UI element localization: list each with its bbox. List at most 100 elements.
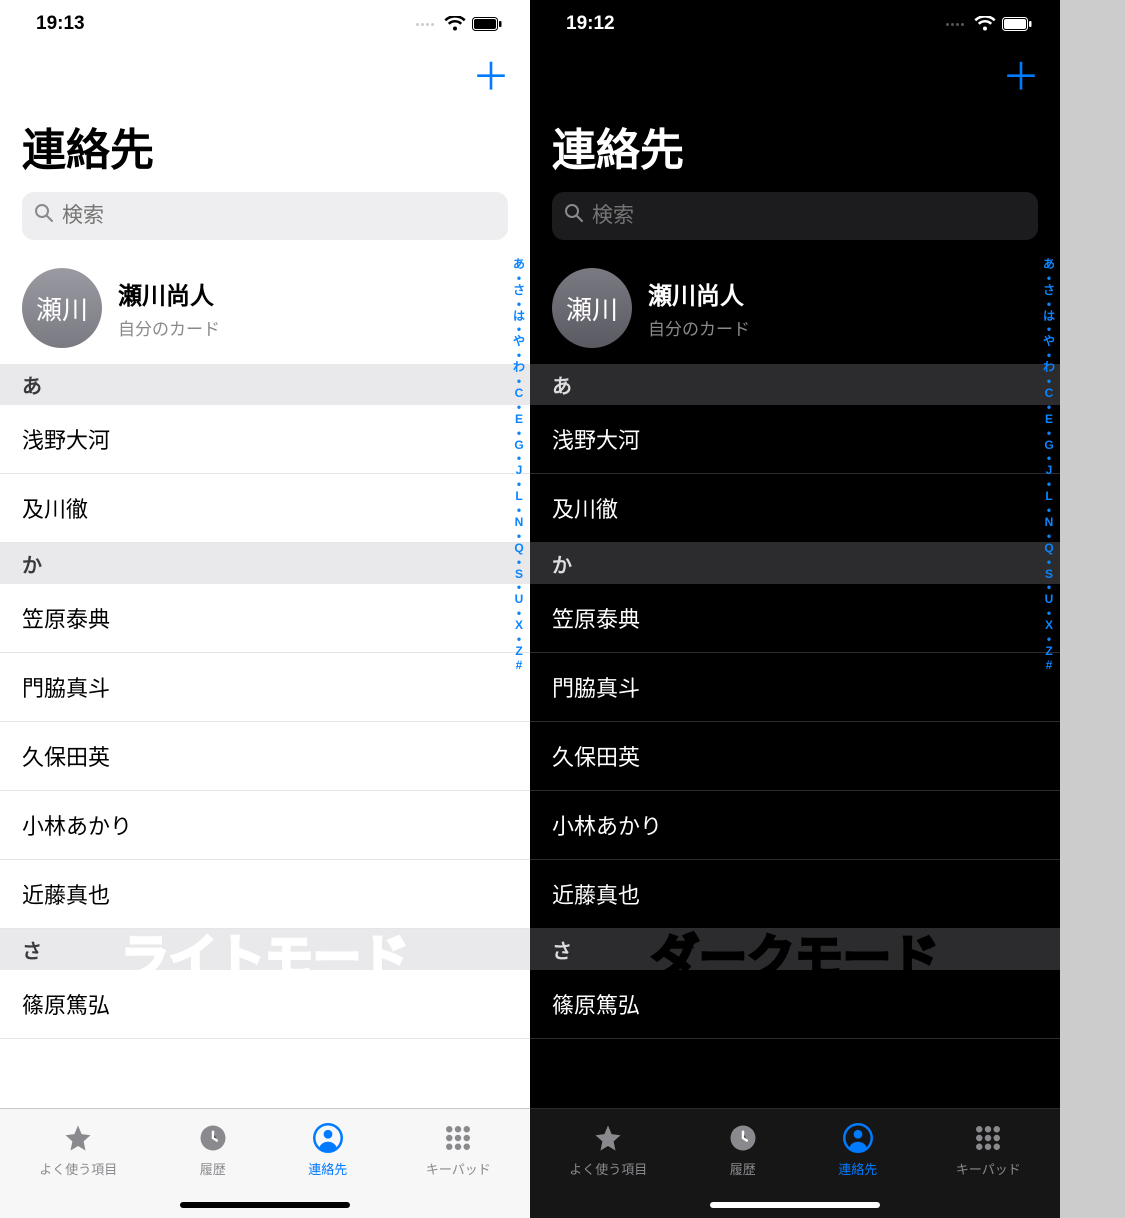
search-input[interactable] <box>62 204 496 228</box>
contact-row[interactable]: 門脇真斗 <box>530 653 1060 722</box>
tab-label: 連絡先 <box>838 1159 877 1178</box>
index-item[interactable]: # <box>1046 659 1053 673</box>
index-item[interactable]: # <box>516 659 523 673</box>
contact-row[interactable]: 門脇真斗 <box>0 653 530 722</box>
battery-icon <box>1002 17 1032 31</box>
index-item[interactable]: あ <box>1043 258 1055 272</box>
page-title: 連絡先 <box>0 108 530 192</box>
index-item[interactable]: • <box>1047 530 1051 542</box>
index-item[interactable]: • <box>517 298 521 310</box>
index-item[interactable]: • <box>517 272 521 284</box>
index-item[interactable]: G <box>514 439 523 453</box>
index-item[interactable]: • <box>517 556 521 568</box>
index-item[interactable]: さ <box>1043 284 1055 298</box>
contact-row[interactable]: 浅野大河 <box>0 405 530 474</box>
index-item[interactable]: • <box>1047 427 1051 439</box>
contact-row[interactable]: 浅野大河 <box>530 405 1060 474</box>
my-card-subtitle: 自分のカード <box>118 315 220 340</box>
add-contact-button[interactable]: ＋ <box>472 59 510 97</box>
tab-recents[interactable]: 履歴 <box>726 1121 760 1178</box>
index-item[interactable]: • <box>517 427 521 439</box>
search-wrap <box>0 192 530 254</box>
index-item[interactable]: • <box>1047 298 1051 310</box>
index-item[interactable]: • <box>1047 272 1051 284</box>
index-item[interactable]: Z <box>515 645 522 659</box>
page-title: 連絡先 <box>530 108 1060 192</box>
index-item[interactable]: E <box>1045 413 1053 427</box>
index-item[interactable]: X <box>1045 619 1053 633</box>
contact-row[interactable]: 久保田英 <box>0 722 530 791</box>
grid-icon <box>971 1121 1005 1155</box>
index-item[interactable]: G <box>1044 439 1053 453</box>
home-indicator[interactable] <box>180 1202 350 1208</box>
index-item[interactable]: • <box>1047 401 1051 413</box>
search-field[interactable] <box>552 192 1038 240</box>
tab-favorites[interactable]: よく使う項目 <box>39 1121 117 1178</box>
index-item[interactable]: Q <box>514 542 523 556</box>
index-item[interactable]: X <box>515 619 523 633</box>
person-icon <box>311 1121 345 1155</box>
index-item[interactable]: S <box>515 568 523 582</box>
section-index[interactable]: あ•さ•は•や•わ•C•E•G•J•L•N•Q•S•U•X•Z# <box>1040 254 1058 673</box>
contact-row[interactable]: 及川徹 <box>530 474 1060 543</box>
index-item[interactable]: N <box>515 516 524 530</box>
index-item[interactable]: や <box>513 335 525 349</box>
index-item[interactable]: L <box>515 490 522 504</box>
person-icon <box>841 1121 875 1155</box>
index-item[interactable]: わ <box>1043 361 1055 375</box>
tab-contacts[interactable]: 連絡先 <box>308 1121 347 1178</box>
tab-label: 連絡先 <box>308 1159 347 1178</box>
mode-label: ダークモード <box>651 918 939 988</box>
tab-label: 履歴 <box>200 1159 226 1178</box>
avatar: 瀬川 <box>22 268 102 348</box>
index-item[interactable]: C <box>1045 387 1054 401</box>
section-index[interactable]: あ•さ•は•や•わ•C•E•G•J•L•N•Q•S•U•X•Z# <box>510 254 528 673</box>
section-header: か <box>0 543 530 584</box>
index-item[interactable]: J <box>1046 464 1053 478</box>
contact-row[interactable]: 及川徹 <box>0 474 530 543</box>
tab-label: キーパッド <box>426 1159 491 1178</box>
wifi-icon <box>974 16 996 32</box>
add-contact-button[interactable]: ＋ <box>1002 59 1040 97</box>
tab-contacts[interactable]: 連絡先 <box>838 1121 877 1178</box>
search-icon <box>564 203 584 229</box>
index-item[interactable]: L <box>1045 490 1052 504</box>
tab-favorites[interactable]: よく使う項目 <box>569 1121 647 1178</box>
index-item[interactable]: C <box>515 387 524 401</box>
my-card-row[interactable]: 瀬川 瀬川尚人 自分のカード <box>0 254 530 364</box>
search-input[interactable] <box>592 204 1026 228</box>
search-field[interactable] <box>22 192 508 240</box>
index-item[interactable]: Q <box>1044 542 1053 556</box>
index-item[interactable]: Z <box>1045 645 1052 659</box>
contact-row[interactable]: 小林あかり <box>530 791 1060 860</box>
index-item[interactable]: • <box>517 530 521 542</box>
contact-row[interactable]: 笠原泰典 <box>530 584 1060 653</box>
index-item[interactable]: わ <box>513 361 525 375</box>
index-item[interactable]: は <box>1043 310 1055 324</box>
tab-keypad[interactable]: キーパッド <box>956 1121 1021 1178</box>
index-item[interactable]: N <box>1045 516 1054 530</box>
tab-label: よく使う項目 <box>39 1159 117 1178</box>
tab-keypad[interactable]: キーパッド <box>426 1121 491 1178</box>
index-item[interactable]: や <box>1043 335 1055 349</box>
status-time: 19:13 <box>36 13 85 35</box>
section-header: あ <box>0 364 530 405</box>
index-item[interactable]: U <box>1045 593 1054 607</box>
contact-row[interactable]: 笠原泰典 <box>0 584 530 653</box>
index-item[interactable]: あ <box>513 258 525 272</box>
index-item[interactable]: さ <box>513 284 525 298</box>
home-indicator[interactable] <box>710 1202 880 1208</box>
index-item[interactable]: S <box>1045 568 1053 582</box>
index-item[interactable]: J <box>516 464 523 478</box>
status-right <box>416 16 502 32</box>
my-card-row[interactable]: 瀬川 瀬川尚人 自分のカード <box>530 254 1060 364</box>
avatar: 瀬川 <box>552 268 632 348</box>
index-item[interactable]: U <box>515 593 524 607</box>
contact-row[interactable]: 小林あかり <box>0 791 530 860</box>
index-item[interactable]: • <box>1047 556 1051 568</box>
contact-row[interactable]: 久保田英 <box>530 722 1060 791</box>
index-item[interactable]: • <box>517 401 521 413</box>
index-item[interactable]: は <box>513 310 525 324</box>
tab-recents[interactable]: 履歴 <box>196 1121 230 1178</box>
index-item[interactable]: E <box>515 413 523 427</box>
